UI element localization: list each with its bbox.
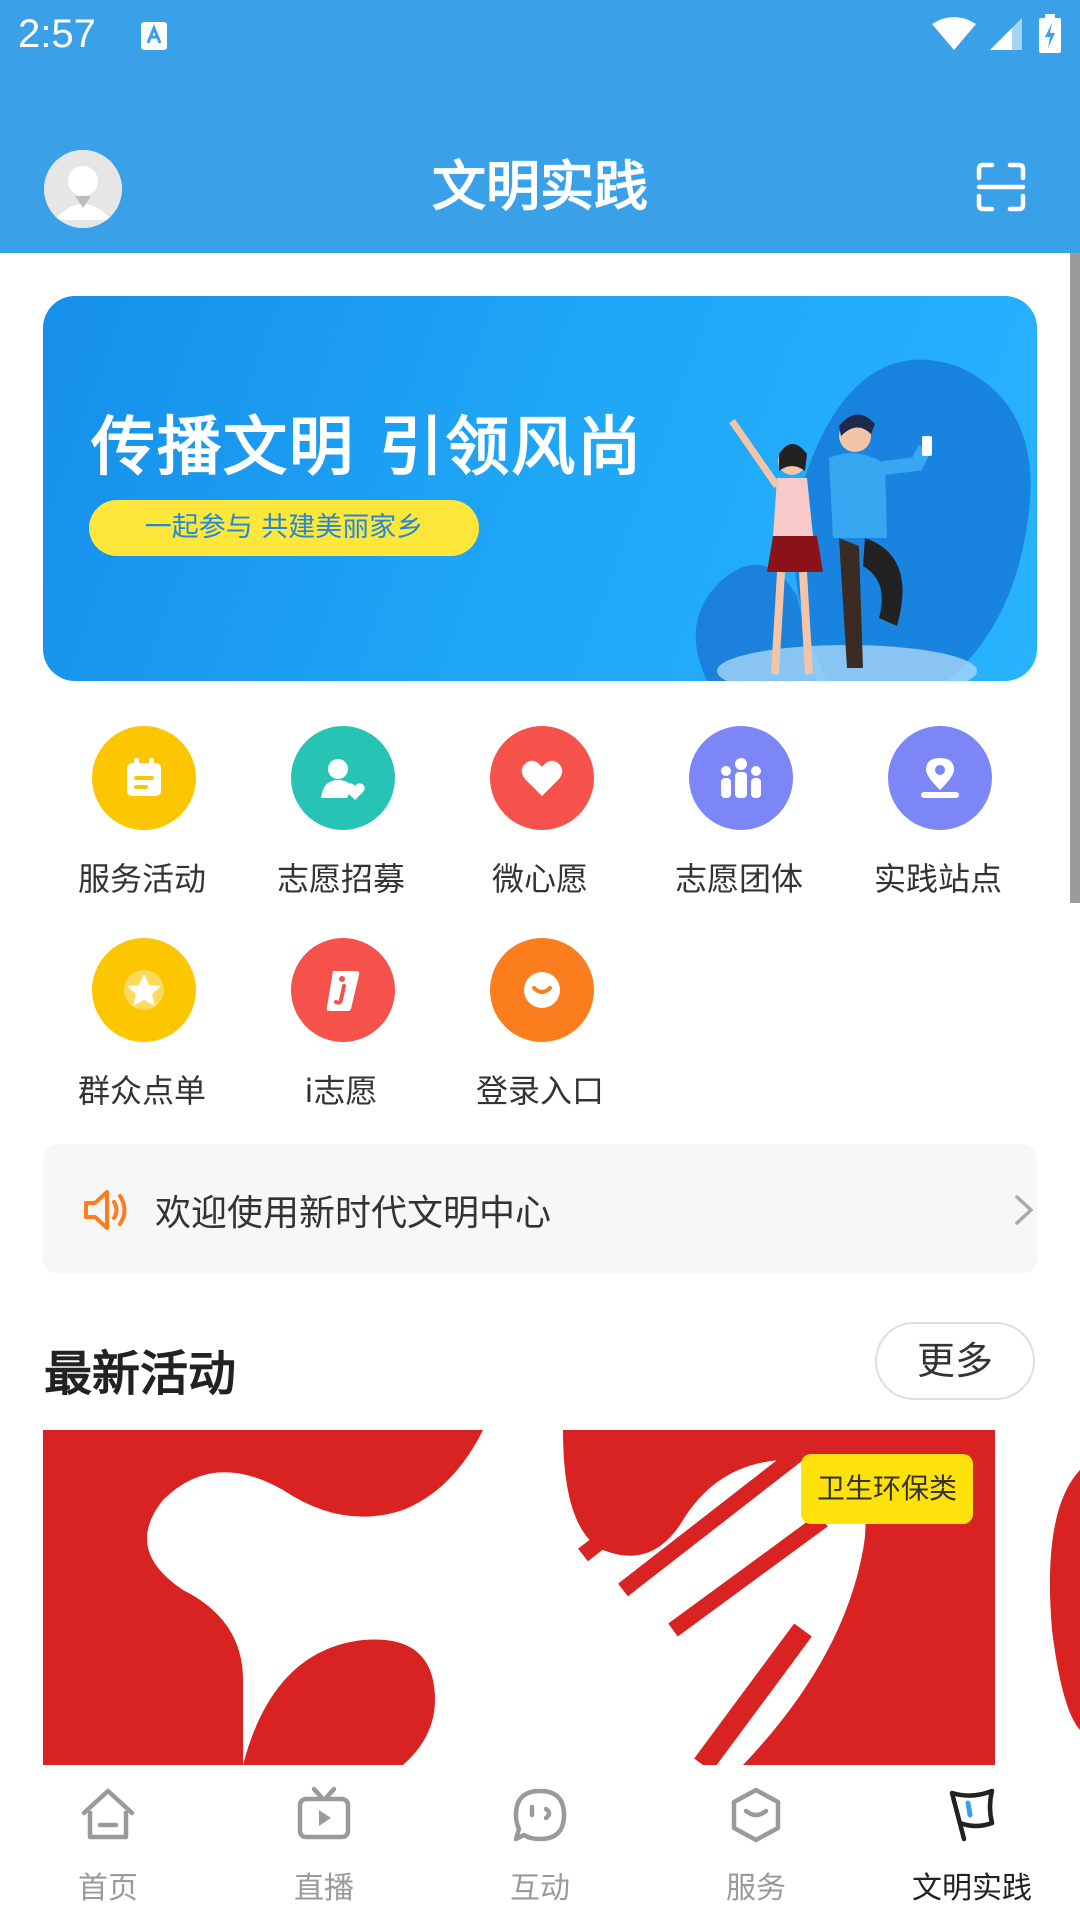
menu-icon-bg [689,726,793,830]
category-tag: 卫生环保类 [800,1454,973,1524]
heart-icon [521,760,563,796]
banner-illustration [695,359,1031,681]
i-volunteer-icon [326,971,360,1011]
chevron-right-icon [1015,1195,1034,1225]
menu-volunteer-recruit[interactable]: 志愿招募 [242,726,440,926]
nav-item-live[interactable]: 直播 [216,1765,432,1920]
group-icon [721,758,761,798]
menu-icon-bg [490,938,594,1042]
speaker-icon [84,1190,127,1230]
menu-service-activities[interactable]: 服务活动 [43,726,241,926]
battery-charging-icon [1039,14,1061,53]
next-card-image [1042,1430,1080,1765]
menu-icon-bg [92,938,196,1042]
nav-item-home[interactable]: 首页 [0,1765,216,1920]
menu-label: 实践站点 [873,860,1002,898]
flag-icon [949,1788,995,1842]
login-icon [524,972,560,1008]
more-button[interactable]: 更多 [875,1322,1035,1400]
chat-icon [513,1788,567,1842]
nav-label: 直播 [294,1871,354,1906]
home-icon [81,1788,135,1840]
notice-text: 欢迎使用新时代文明中心 [155,1193,552,1234]
scan-icon[interactable] [976,162,1026,212]
nav-item-service[interactable]: 服务 [648,1765,864,1920]
star-icon [124,970,164,1010]
nav-item-interact[interactable]: 互动 [432,1765,648,1920]
nav-label: 服务 [726,1871,786,1906]
banner-headline: 传播文明 引领风尚 [91,411,644,485]
tv-icon [297,1786,351,1840]
location-icon [921,758,959,798]
status-bar: 2:57 [0,0,1080,80]
menu-i-volunteer[interactable]: i志愿 [242,938,440,1138]
header-bar: 2:57 文明实践 [0,0,1080,253]
banner-tagline: 一起参与 共建美丽家乡 [89,500,479,556]
nav-label: 首页 [78,1871,138,1906]
menu-label: 群众点单 [77,1072,206,1110]
menu-label: i志愿 [304,1072,378,1110]
menu-label: 志愿招募 [276,860,405,898]
calendar-icon [127,758,161,796]
menu-icon-bg [92,726,196,830]
menu-public-order[interactable]: 群众点单 [43,938,241,1138]
wifi-icon [932,17,976,50]
menu-label: 登录入口 [475,1072,604,1110]
menu-micro-wish[interactable]: 微心愿 [441,726,639,926]
menu-icon-bg [291,938,395,1042]
menu-icon-bg [490,726,594,830]
scrollbar[interactable] [1070,253,1080,903]
bottom-nav: 首页 直播 互动 服务 文明实践 [0,1765,1080,1920]
menu-icon-bg [291,726,395,830]
status-icons [932,14,1062,54]
menu-practice-sites[interactable]: 实践站点 [839,726,1037,926]
promo-banner[interactable]: 传播文明 引领风尚 一起参与 共建美丽家乡 [43,296,1037,681]
menu-label: 志愿团体 [674,860,803,898]
notice-bar[interactable]: 欢迎使用新时代文明中心 [43,1144,1037,1274]
next-card-peek[interactable] [1042,1430,1080,1765]
menu-login-entry[interactable]: 登录入口 [441,938,639,1138]
activity-card[interactable]: 卫生环保类 [43,1430,995,1765]
signal-icon [990,18,1022,50]
service-icon [731,1787,781,1843]
nav-item-civilization[interactable]: 文明实践 [864,1765,1080,1920]
section-title-latest: 最新活动 [44,1346,237,1402]
menu-label: 服务活动 [77,860,206,898]
page-title: 文明实践 [432,155,648,218]
nav-label: 互动 [510,1871,570,1906]
person-heart-icon [321,759,365,800]
menu-icon-bg [888,726,992,830]
nav-label-active: 文明实践 [912,1871,1032,1906]
menu-label: 微心愿 [491,860,588,898]
status-time: 2:57 [18,12,96,56]
menu-volunteer-groups[interactable]: 志愿团体 [640,726,838,926]
keyboard-notification-icon [141,22,167,50]
